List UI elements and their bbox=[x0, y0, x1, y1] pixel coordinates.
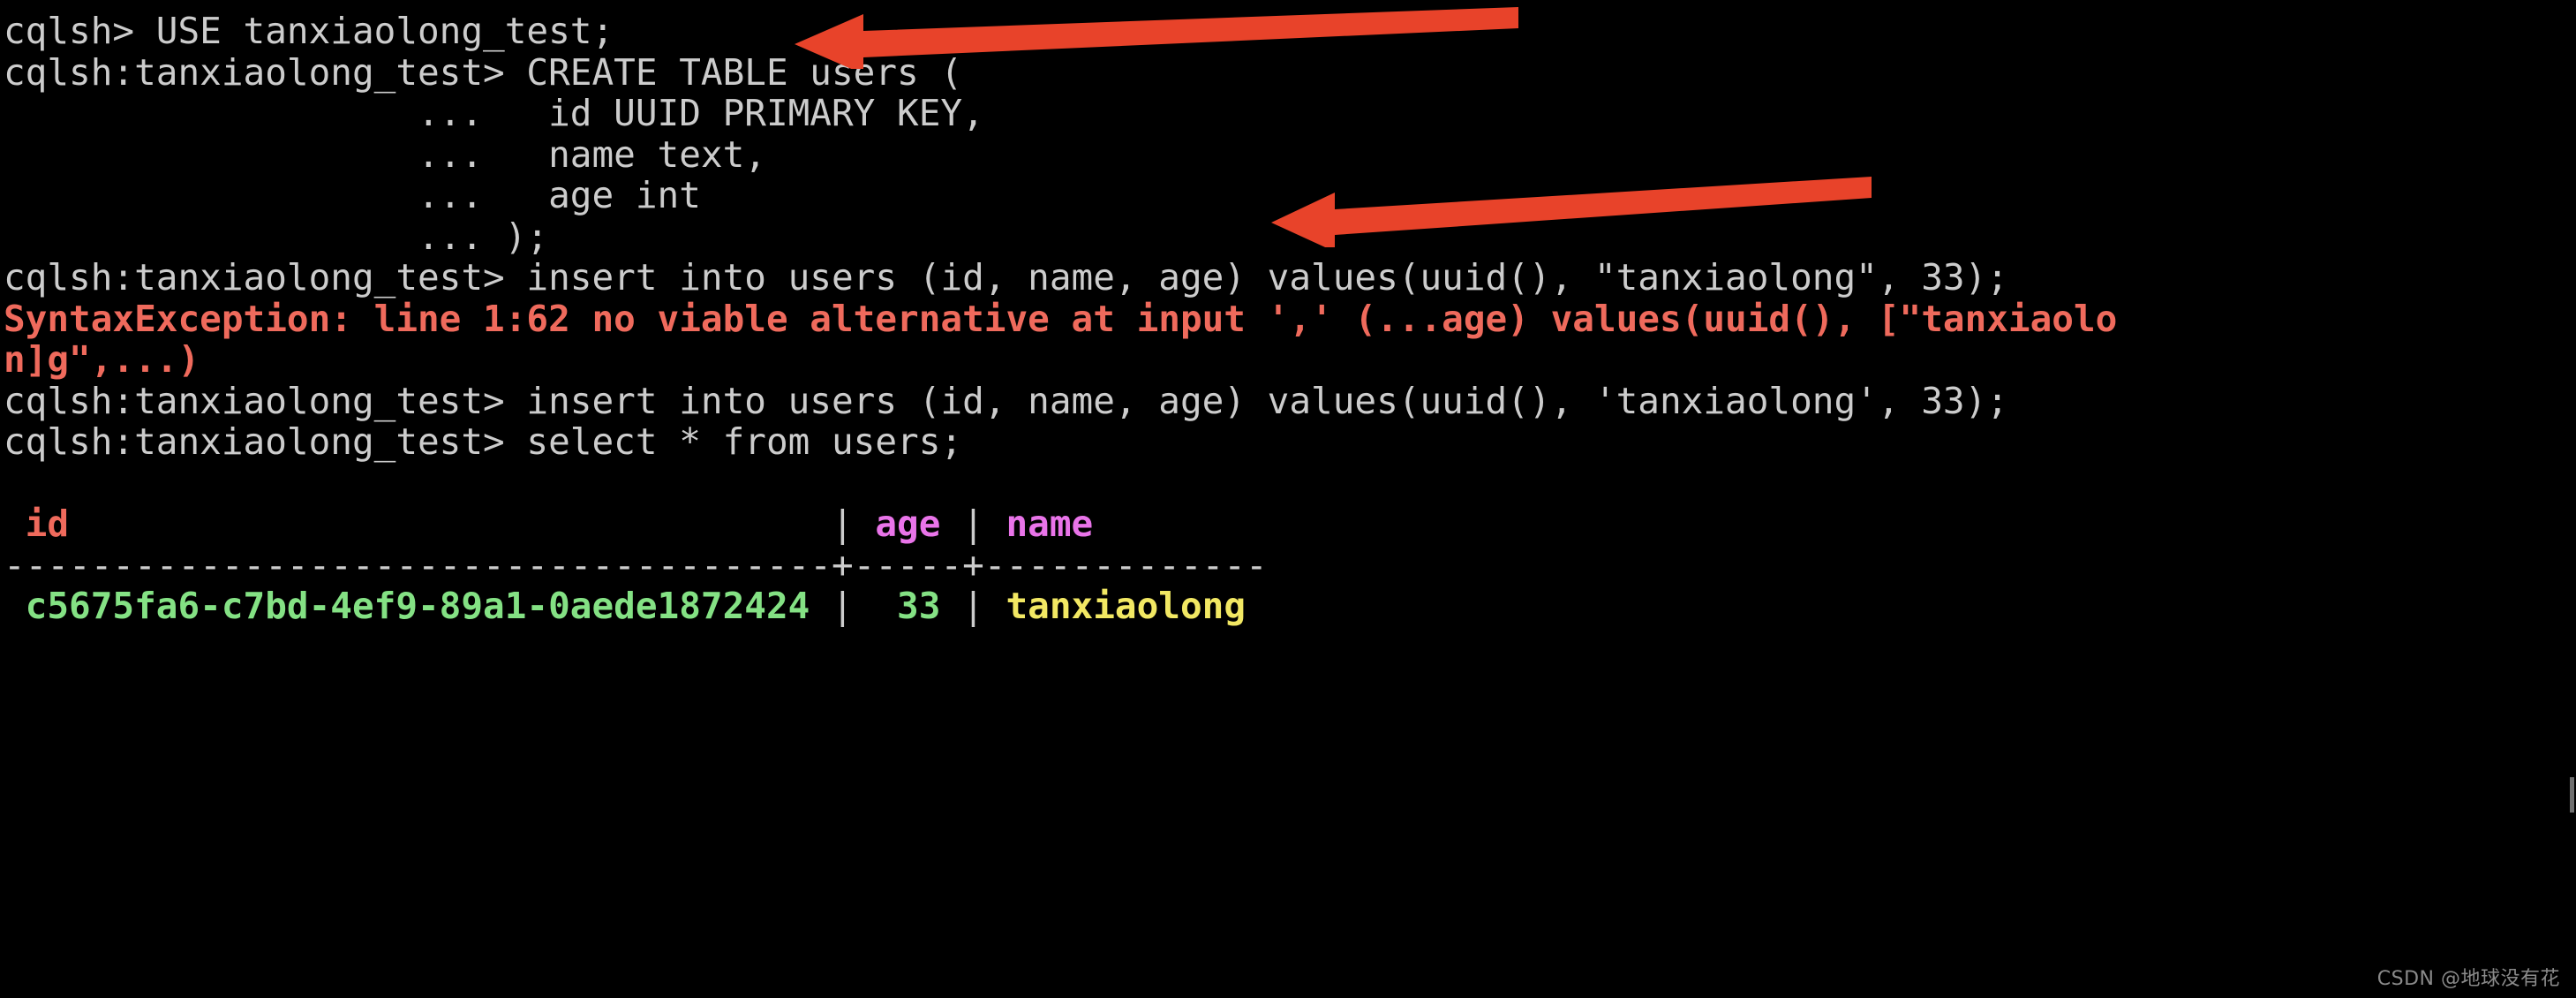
table-row: c5675fa6-c7bd-4ef9-89a1-0aede1872424 | 3… bbox=[0, 586, 2576, 627]
terminal-line-insert-singlequote: cqlsh:tanxiaolong_test> insert into user… bbox=[4, 379, 2008, 422]
cell-id: c5675fa6-c7bd-4ef9-89a1-0aede1872424 bbox=[4, 585, 810, 627]
scrollbar-mark bbox=[2570, 777, 2574, 813]
column-header-name: name bbox=[1006, 503, 1094, 545]
terminal-line-select-users: cqlsh:tanxiaolong_test> select * from us… bbox=[4, 420, 963, 463]
terminal-line-use-keyspace: cqlsh> USE tanxiaolong_test; bbox=[4, 10, 614, 52]
column-header-id: id bbox=[4, 503, 70, 545]
terminal-line-column-name: ... name text, bbox=[4, 132, 766, 176]
terminal-line-insert-doublequote: cqlsh:tanxiaolong_test> insert into user… bbox=[4, 256, 2008, 299]
terminal-line-syntax-exception-wrap: n]g",...) bbox=[4, 338, 200, 381]
cell-name: tanxiaolong bbox=[1006, 585, 1247, 627]
terminal-line-column-age: ... age int bbox=[4, 174, 701, 216]
cell-age: 33 bbox=[875, 585, 941, 627]
result-table-header-row: id | age | name bbox=[0, 503, 2576, 545]
terminal-line-create-table-close: ... ); bbox=[4, 215, 549, 258]
result-table-separator: --------------------------------------+-… bbox=[4, 543, 1268, 586]
header-separator-1: | bbox=[69, 503, 876, 545]
terminal-line-syntax-exception: SyntaxException: line 1:62 no viable alt… bbox=[4, 297, 2118, 340]
column-header-age: age bbox=[875, 503, 941, 545]
terminal-window: cqlsh> USE tanxiaolong_test; cqlsh:tanxi… bbox=[0, 0, 2576, 998]
csdn-watermark: CSDN @地球没有花 bbox=[2376, 968, 2560, 990]
terminal-blank-line-1 bbox=[0, 463, 2576, 504]
row-separator-2: | bbox=[940, 585, 1006, 627]
terminal-line-create-table: cqlsh:tanxiaolong_test> CREATE TABLE use… bbox=[4, 50, 963, 94]
header-separator-2: | bbox=[940, 503, 1006, 545]
row-separator-1: | bbox=[810, 585, 876, 627]
terminal-line-column-id: ... id UUID PRIMARY KEY, bbox=[4, 92, 984, 134]
